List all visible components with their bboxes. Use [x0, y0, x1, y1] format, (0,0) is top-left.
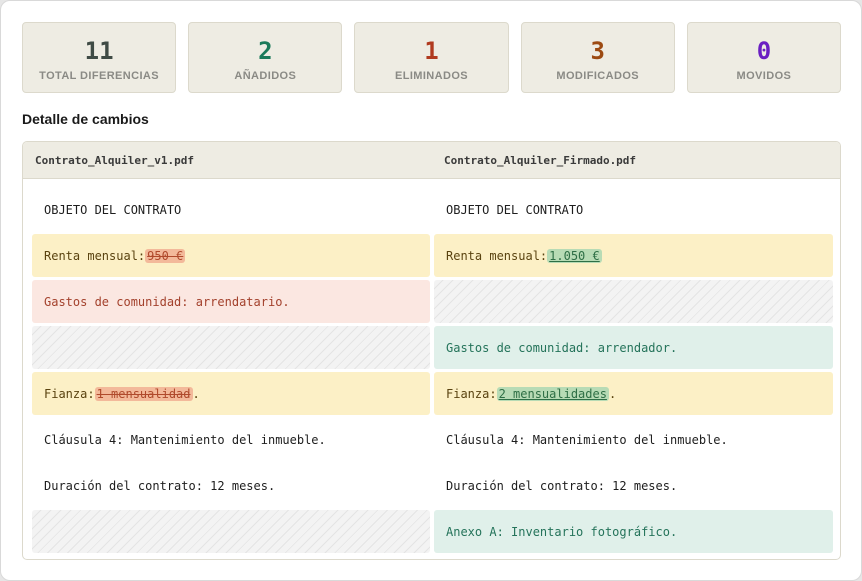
removed-value: 950 €	[145, 248, 186, 263]
diff-row-left-placeholder	[32, 326, 430, 369]
diff-row-right-modified[interactable]: Fianza: 2 mensualidades.	[434, 372, 833, 415]
diff-row-left-deleted[interactable]: Gastos de comunidad: arrendatario.	[32, 280, 430, 323]
diff-row-right-modified[interactable]: Renta mensual: 1.050 €	[434, 234, 833, 277]
line-prefix: Renta mensual:	[446, 248, 548, 263]
diff-row-left-placeholder	[32, 510, 430, 553]
added-value: 2 mensualidades	[496, 386, 609, 401]
diff-table: Contrato_Alquiler_v1.pdf Contrato_Alquil…	[22, 141, 841, 560]
stat-moved: 0 MOVIDOS	[686, 22, 842, 93]
stat-total-label: TOTAL DIFERENCIAS	[39, 69, 160, 82]
stat-total: 11 TOTAL DIFERENCIAS	[22, 22, 177, 93]
section-title: Detalle de cambios	[22, 111, 149, 127]
stat-deleted-label: ELIMINADOS	[394, 69, 469, 82]
stat-deleted: 1 ELIMINADOS	[354, 22, 509, 93]
stat-added: 2 AÑADIDOS	[188, 22, 343, 93]
diff-row-right: OBJETO DEL CONTRATO	[446, 202, 584, 217]
stat-total-value: 11	[84, 36, 114, 65]
line-prefix: Fianza:	[44, 386, 95, 401]
stats-bar: 11 TOTAL DIFERENCIAS 2 AÑADIDOS 1 ELIMIN…	[22, 22, 842, 93]
stat-added-label: AÑADIDOS	[234, 69, 297, 82]
diff-row-left-modified[interactable]: Renta mensual: 950 €	[32, 234, 430, 277]
line-suffix: .	[608, 386, 617, 401]
removed-value: 1 mensualidad	[94, 386, 193, 401]
diff-row-left: Cláusula 4: Mantenimiento del inmueble.	[44, 432, 326, 447]
diff-row-right-added[interactable]: Anexo A: Inventario fotográfico.	[434, 510, 833, 553]
added-value: 1.050 €	[547, 248, 602, 263]
diff-row-right-placeholder	[434, 280, 833, 323]
stat-deleted-value: 1	[424, 36, 439, 65]
diff-row-right: Duración del contrato: 12 meses.	[446, 478, 678, 493]
diff-row-left-modified[interactable]: Fianza: 1 mensualidad.	[32, 372, 430, 415]
line-prefix: Fianza:	[446, 386, 497, 401]
stat-modified: 3 MODIFICADOS	[520, 22, 675, 93]
left-file-name: Contrato_Alquiler_v1.pdf	[35, 154, 194, 167]
diff-row-left: Duración del contrato: 12 meses.	[44, 478, 276, 493]
diff-row-left: OBJETO DEL CONTRATO	[44, 202, 182, 217]
stat-modified-label: MODIFICADOS	[556, 69, 640, 82]
stat-moved-value: 0	[756, 36, 772, 65]
comparison-panel: 11 TOTAL DIFERENCIAS 2 AÑADIDOS 1 ELIMIN…	[0, 0, 862, 581]
line-prefix: Renta mensual:	[44, 248, 146, 263]
right-file-name: Contrato_Alquiler_Firmado.pdf	[444, 154, 637, 167]
stat-added-value: 2	[258, 36, 273, 65]
diff-row-right: Cláusula 4: Mantenimiento del inmueble.	[446, 432, 728, 447]
stat-moved-label: MOVIDOS	[736, 69, 792, 82]
stat-modified-value: 3	[590, 36, 605, 65]
line-suffix: .	[192, 386, 200, 401]
diff-row-right-added[interactable]: Gastos de comunidad: arrendador.	[434, 326, 833, 369]
diff-header: Contrato_Alquiler_v1.pdf Contrato_Alquil…	[23, 142, 840, 179]
